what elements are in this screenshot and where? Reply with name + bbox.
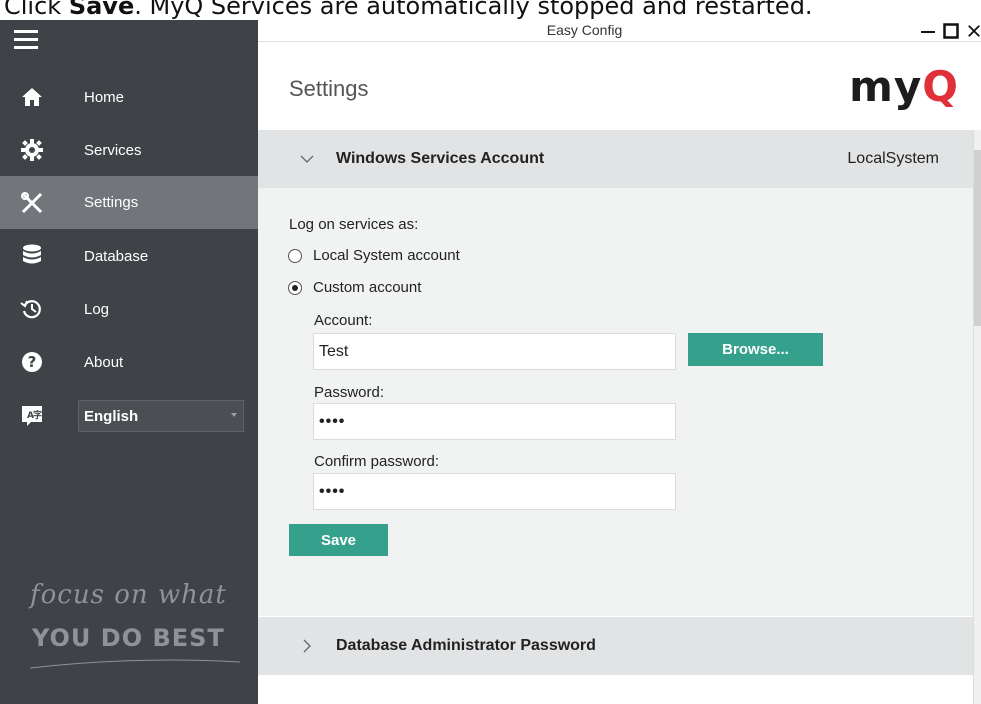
password-field-value: •••• — [319, 412, 346, 430]
sidebar-item-label: Settings — [84, 194, 139, 211]
language-icon: A字 — [20, 404, 44, 428]
sidebar-item-log[interactable]: Log — [0, 283, 258, 335]
slogan-swoosh — [30, 659, 240, 669]
slogan-line2: YOU DO BEST — [32, 624, 225, 652]
sidebar-item-database[interactable]: Database — [0, 230, 258, 282]
sidebar-item-label: Database — [84, 247, 149, 265]
sidebar-item-settings[interactable]: Settings — [0, 176, 258, 229]
sidebar-item-label: Log — [84, 300, 110, 318]
window-title: Easy Config — [546, 22, 623, 38]
language-select[interactable]: English — [78, 400, 244, 432]
sidebar-item-label: Services — [84, 141, 142, 159]
settings-content: Windows Services Account LocalSystem Log… — [258, 130, 973, 704]
confirm-password-field-value: •••• — [319, 482, 346, 500]
section-body-windows-services-account: Log on services as: Local System account… — [258, 188, 973, 616]
help-icon: ? — [20, 350, 44, 374]
account-field[interactable]: Test — [313, 333, 676, 370]
myq-logo: myQ — [849, 62, 959, 111]
section-title: Windows Services Account — [336, 150, 545, 167]
gear-icon — [20, 138, 44, 162]
chevron-down-icon — [300, 155, 314, 163]
instruction-caption: Click Save. MyQ Services are automatical… — [0, 0, 981, 21]
maximize-button[interactable] — [941, 20, 961, 42]
slogan-line1: focus on what — [30, 580, 227, 610]
vertical-scrollbar[interactable] — [973, 130, 981, 704]
browse-button[interactable]: Browse... — [688, 333, 823, 366]
sidebar-item-home[interactable]: Home — [0, 71, 258, 123]
section-header-database-admin-password[interactable]: Database Administrator Password — [258, 617, 973, 675]
section-value: LocalSystem — [847, 150, 939, 167]
sidebar: Home Services Settings Database Log ? Ab… — [0, 20, 258, 704]
language-selected-value: English — [84, 407, 139, 425]
confirm-password-label: Confirm password: — [314, 453, 440, 470]
caption-prefix: Click — [4, 0, 69, 20]
password-field[interactable]: •••• — [313, 403, 676, 440]
close-button[interactable] — [967, 20, 981, 42]
home-icon — [20, 85, 44, 109]
history-icon — [20, 297, 44, 321]
page-title: Settings — [289, 76, 369, 101]
account-field-value: Test — [319, 342, 349, 360]
sidebar-item-services[interactable]: Services — [0, 124, 258, 176]
database-icon — [20, 244, 44, 268]
sidebar-item-label: Home — [84, 88, 125, 106]
save-button[interactable]: Save — [289, 524, 388, 556]
svg-text:?: ? — [28, 353, 37, 371]
chevron-right-icon — [303, 639, 311, 653]
radio-local-system[interactable] — [288, 249, 302, 263]
page-header: Settings myQ — [258, 42, 981, 130]
section-title: Database Administrator Password — [336, 637, 596, 654]
radio-custom-account-label[interactable]: Custom account — [313, 279, 421, 296]
account-label: Account: — [314, 312, 373, 329]
caption-suffix: . MyQ Services are automatically stopped… — [134, 0, 813, 20]
hamburger-menu-icon[interactable] — [14, 30, 38, 50]
svg-text:字: 字 — [33, 409, 42, 421]
sidebar-item-about[interactable]: ? About — [0, 336, 258, 388]
tools-icon — [20, 191, 44, 215]
chevron-down-icon — [231, 413, 237, 417]
section-header-windows-services-account[interactable]: Windows Services Account LocalSystem — [258, 130, 973, 188]
log-on-label: Log on services as: — [289, 216, 419, 233]
radio-local-system-label[interactable]: Local System account — [313, 247, 460, 264]
confirm-password-field[interactable]: •••• — [313, 473, 676, 510]
scrollbar-thumb[interactable] — [974, 150, 981, 326]
caption-bold: Save — [68, 0, 135, 20]
radio-custom-account[interactable] — [288, 281, 302, 295]
password-label: Password: — [314, 384, 385, 401]
minimize-button[interactable] — [917, 20, 939, 42]
sidebar-item-label: About — [84, 353, 124, 371]
window-titlebar: Easy Config — [258, 20, 981, 42]
